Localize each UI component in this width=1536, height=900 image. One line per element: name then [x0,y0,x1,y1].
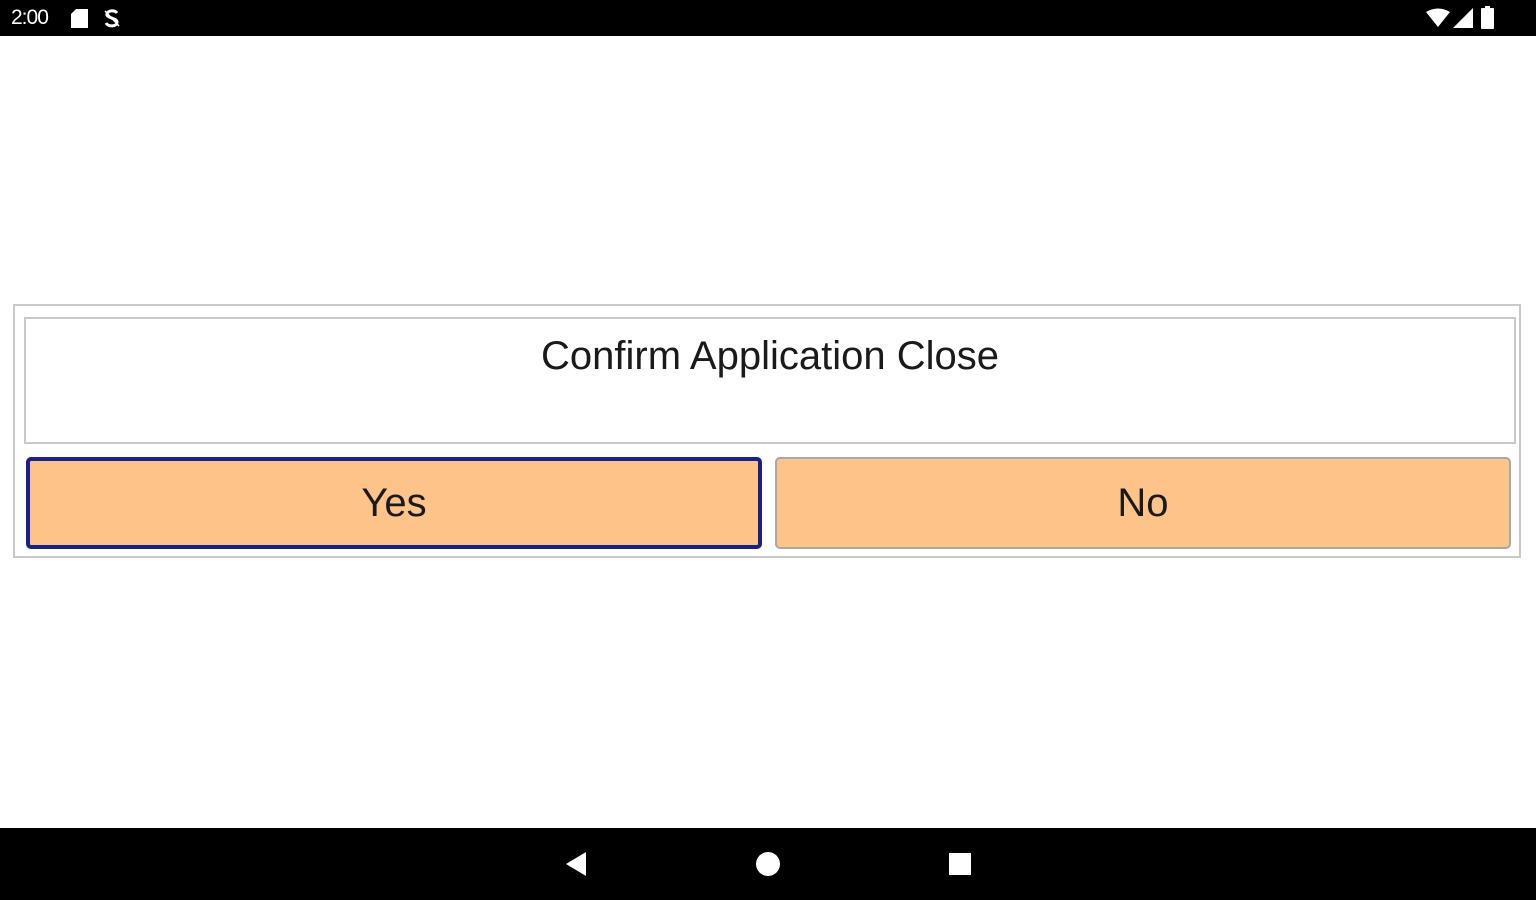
dialog-title: Confirm Application Close [541,334,999,378]
recents-icon[interactable] [942,846,978,882]
home-icon[interactable] [750,846,786,882]
no-button[interactable]: No [775,457,1511,549]
status-time: 2:00 [11,6,49,29]
dialog-title-box: Confirm Application Close [24,317,1516,444]
cell-signal-icon [1453,8,1473,28]
yes-button[interactable]: Yes [26,457,762,549]
battery-icon [1481,6,1494,29]
sd-card-icon [71,9,88,28]
status-bar: 2:00 [0,0,1536,36]
navigation-bar [0,828,1536,900]
wifi-icon [1426,8,1450,27]
confirm-dialog: Confirm Application Close Yes No [13,304,1521,558]
back-icon[interactable] [558,846,594,882]
sync-s-icon [104,9,120,28]
